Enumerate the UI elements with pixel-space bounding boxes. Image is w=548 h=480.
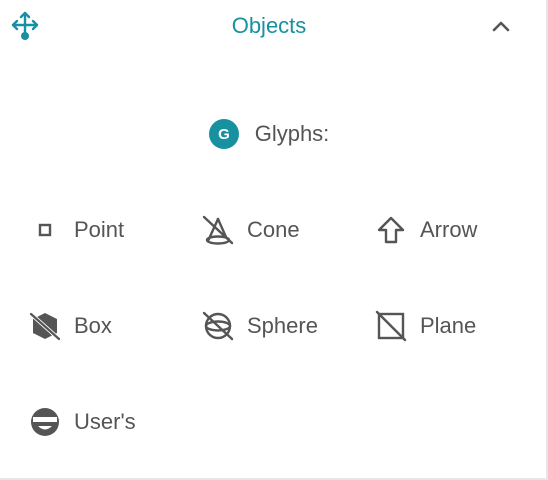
glyph-option-label: Sphere (247, 313, 318, 338)
objects-panel: Objects G Glyphs: Point Cone Arrow Box S… (0, 0, 548, 480)
glyph-option-plane[interactable]: Plane (374, 304, 476, 348)
glyph-option-point[interactable]: Point (28, 208, 124, 252)
cone-off-icon (201, 213, 235, 247)
glyph-option-label: Arrow (420, 217, 478, 242)
glyph-option-label: User's (74, 409, 136, 434)
glyph-option-label: Plane (420, 313, 477, 338)
glyph-option-label: Box (74, 313, 112, 338)
glyph-option-user[interactable]: User's (28, 400, 136, 444)
svg-text:G: G (218, 126, 230, 143)
glyph-g-icon: G (208, 119, 239, 149)
glyph-option-cone[interactable]: Cone (201, 208, 300, 252)
glyph-option-sphere[interactable]: Sphere (201, 304, 318, 348)
glyph-option-label: Cone (247, 217, 300, 242)
glyphs-heading: G Glyphs: (0, 117, 538, 151)
glyphs-label: Glyphs: (254, 121, 330, 146)
glyph-g-letter: G (218, 126, 230, 143)
glyph-option-label: Point (74, 217, 125, 242)
panel-title[interactable]: Objects (0, 11, 538, 41)
sphere-off-icon (201, 309, 235, 343)
glyph-option-arrow[interactable]: Arrow (374, 208, 477, 252)
arrow-up-outline-icon (374, 213, 408, 247)
point-icon (28, 213, 62, 247)
cube-off-icon (28, 309, 62, 343)
glyph-option-box[interactable]: Box (28, 304, 112, 348)
square-off-icon (374, 309, 408, 343)
chevron-up-icon[interactable] (488, 14, 514, 38)
user-glyph-icon (28, 405, 62, 439)
